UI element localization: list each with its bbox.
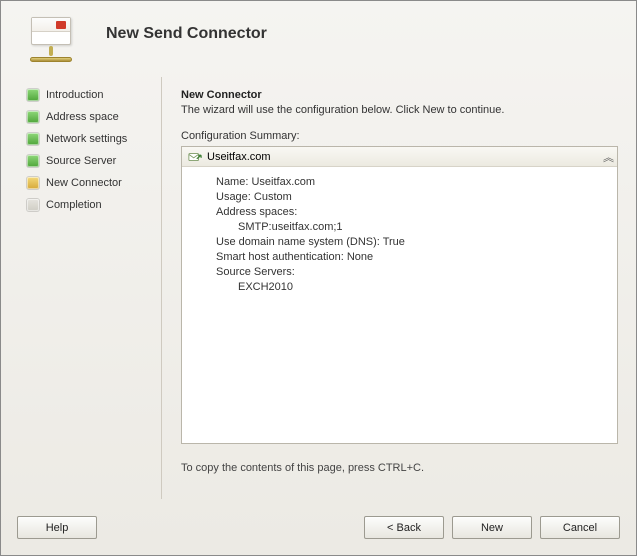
summary-details: Name: Useitfax.com Usage: Custom Address… bbox=[182, 167, 617, 303]
step-introduction: Introduction bbox=[27, 89, 155, 101]
check-icon bbox=[27, 155, 39, 167]
step-label: New Connector bbox=[46, 177, 122, 189]
configuration-summary-label: Configuration Summary: bbox=[181, 130, 618, 142]
wizard-window: New Send Connector Introduction Address … bbox=[0, 0, 637, 556]
check-icon bbox=[27, 133, 39, 145]
step-new-connector: New Connector bbox=[27, 177, 155, 189]
detail-row-indent: SMTP:useitfax.com;1 bbox=[216, 220, 617, 235]
vertical-separator bbox=[161, 77, 162, 499]
step-source-server: Source Server bbox=[27, 155, 155, 167]
check-icon bbox=[27, 89, 39, 101]
wizard-footer: Help < Back New Cancel bbox=[1, 499, 636, 555]
detail-row: Source Servers: bbox=[216, 265, 617, 280]
detail-row-indent: EXCH2010 bbox=[216, 280, 617, 295]
detail-row: Usage: Custom bbox=[216, 190, 617, 205]
detail-row: Smart host authentication: None bbox=[216, 250, 617, 265]
check-icon bbox=[27, 111, 39, 123]
cancel-button[interactable]: Cancel bbox=[540, 516, 620, 539]
configuration-summary-box: Useitfax.com ︽ Name: Useitfax.com Usage:… bbox=[181, 146, 618, 444]
page-description: The wizard will use the configuration be… bbox=[181, 104, 618, 116]
back-button[interactable]: < Back bbox=[364, 516, 444, 539]
detail-row: Use domain name system (DNS): True bbox=[216, 235, 617, 250]
connector-name: Useitfax.com bbox=[207, 151, 271, 163]
pending-step-icon bbox=[27, 199, 39, 211]
detail-row: Address spaces: bbox=[216, 205, 617, 220]
collapse-chevron-icon[interactable]: ︽ bbox=[603, 149, 611, 165]
help-button[interactable]: Help bbox=[17, 516, 97, 539]
step-completion: Completion bbox=[27, 199, 155, 211]
wizard-content: Introduction Address space Network setti… bbox=[1, 77, 636, 499]
step-label: Address space bbox=[46, 111, 119, 123]
mail-icon bbox=[21, 17, 81, 63]
detail-row: Name: Useitfax.com bbox=[216, 175, 617, 190]
new-button[interactable]: New bbox=[452, 516, 532, 539]
step-label: Network settings bbox=[46, 133, 127, 145]
wizard-steps-sidebar: Introduction Address space Network setti… bbox=[1, 77, 161, 499]
step-label: Introduction bbox=[46, 89, 103, 101]
page-title: New Connector bbox=[181, 89, 618, 101]
copy-hint-text: To copy the contents of this page, press… bbox=[181, 462, 618, 474]
step-label: Completion bbox=[46, 199, 102, 211]
summary-header-row[interactable]: Useitfax.com ︽ bbox=[182, 147, 617, 167]
wizard-main-panel: New Connector The wizard will use the co… bbox=[163, 77, 636, 499]
wizard-title: New Send Connector bbox=[106, 25, 267, 43]
step-network-settings: Network settings bbox=[27, 133, 155, 145]
step-address-space: Address space bbox=[27, 111, 155, 123]
current-step-icon bbox=[27, 177, 39, 189]
step-label: Source Server bbox=[46, 155, 116, 167]
connector-icon bbox=[188, 150, 202, 164]
wizard-header: New Send Connector bbox=[1, 1, 636, 73]
